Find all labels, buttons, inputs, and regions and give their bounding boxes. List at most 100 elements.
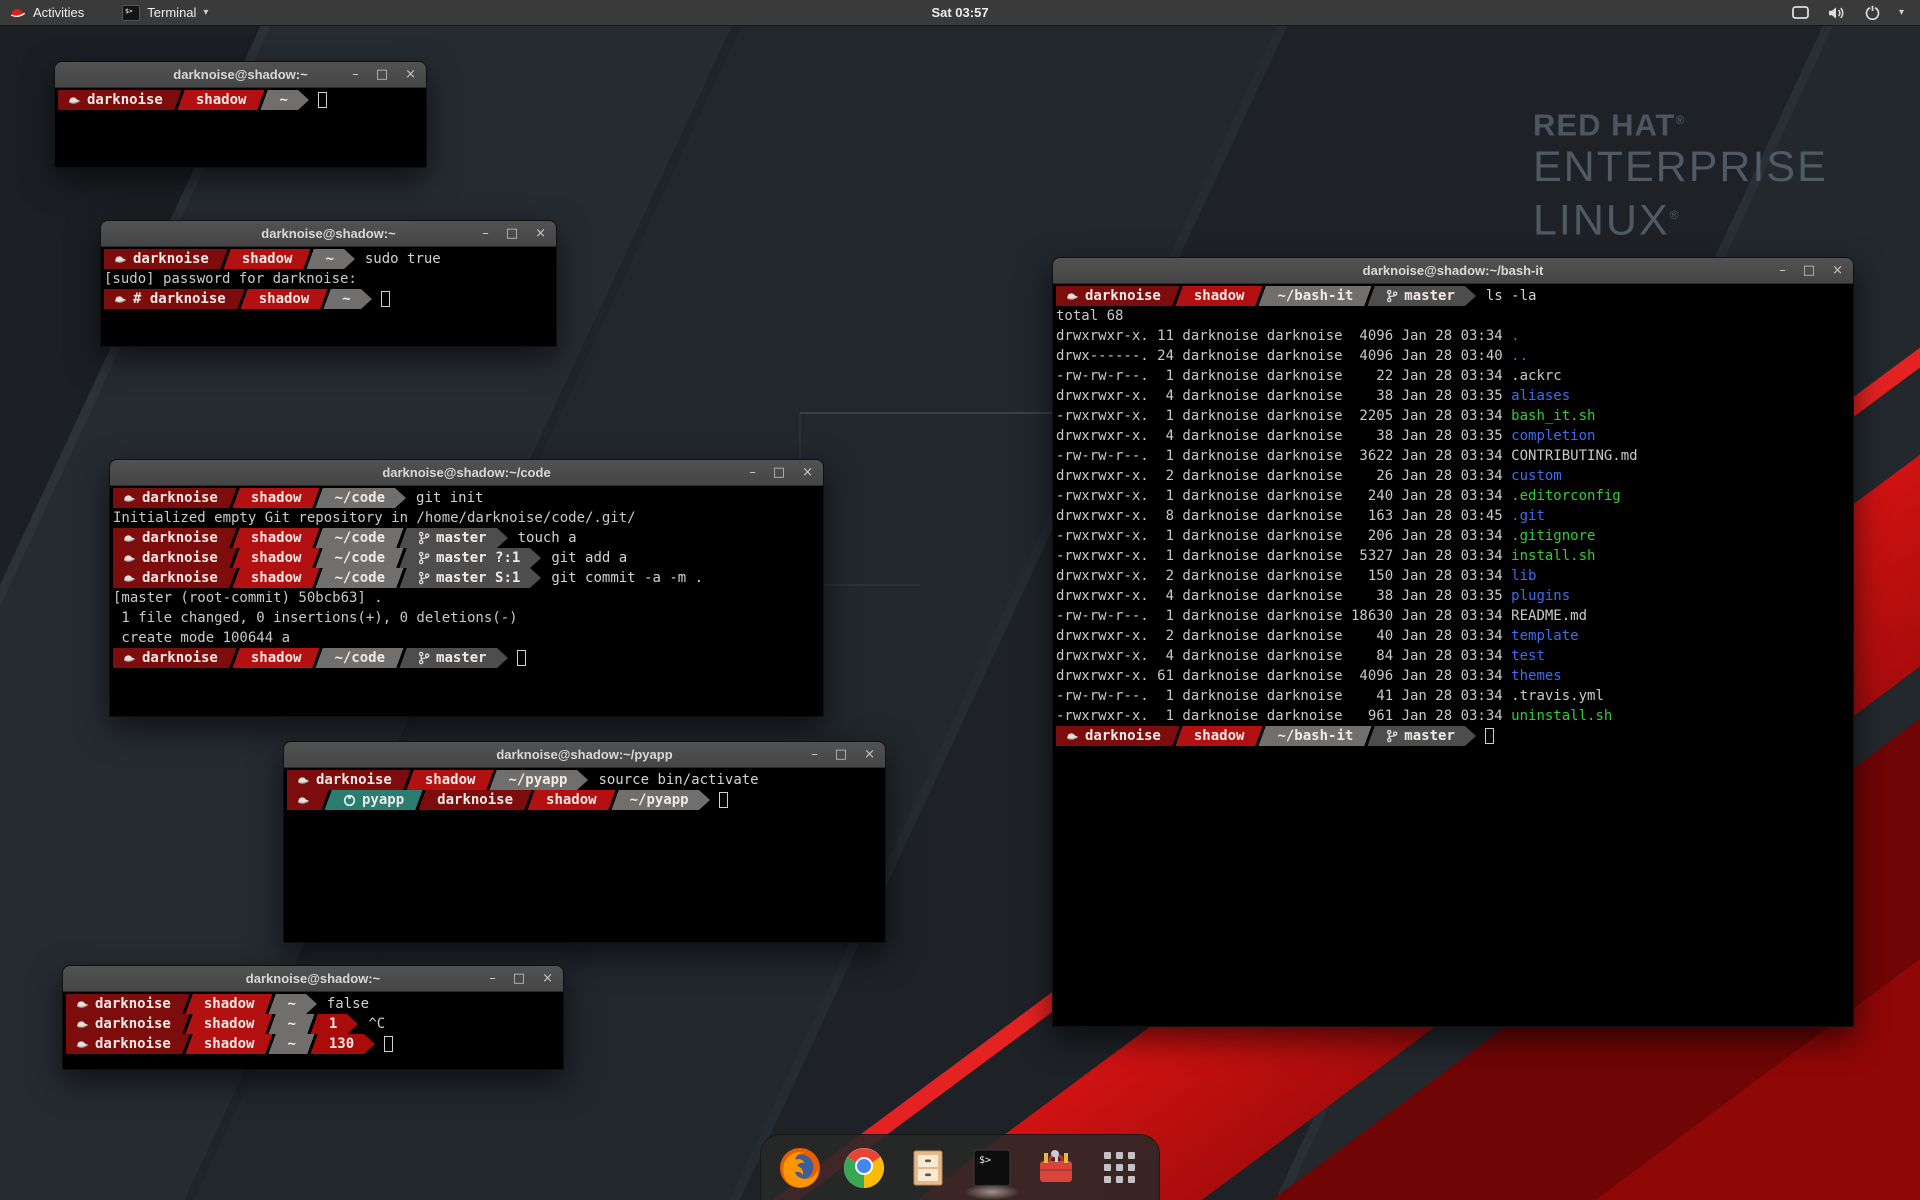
window-titlebar[interactable]: darknoise@shadow:~ – □ × <box>55 62 426 88</box>
git-branch-icon <box>418 571 430 585</box>
terminal-prompt-line: darknoiseshadow~/codemaster S:1git commi… <box>113 568 820 588</box>
powerline-separator <box>523 790 536 810</box>
powerline-arrow <box>530 548 541 568</box>
powerline-separator <box>402 770 415 790</box>
app-grid-icon[interactable] <box>1097 1145 1143 1191</box>
prompt-segment-path: ~/code <box>324 528 395 548</box>
prompt-segment-user: # darknoise <box>104 289 236 309</box>
window-titlebar[interactable]: darknoise@shadow:~/code – □ × <box>110 460 823 486</box>
terminal-window-exit-codes[interactable]: darknoise@shadow:~ – □ × darknoiseshadow… <box>62 965 564 1070</box>
command-text: git commit -a -m . <box>541 568 703 588</box>
powerline-separator <box>311 568 324 588</box>
minimize-button[interactable]: – <box>1779 264 1786 277</box>
prompt-segment-host: shadow <box>1184 726 1255 746</box>
display-icon[interactable] <box>1792 6 1809 20</box>
redhat-prompt-icon <box>114 254 127 265</box>
minimize-button[interactable]: – <box>352 68 359 81</box>
terminal-app-icon: $> <box>122 5 140 21</box>
terminal-window-pyapp[interactable]: darknoise@shadow:~/pyapp – □ × darknoise… <box>283 741 886 943</box>
minimize-button[interactable]: – <box>489 972 496 985</box>
prompt-segment-path: ~ <box>269 90 297 110</box>
terminal-icon[interactable]: $> <box>969 1145 1015 1191</box>
maximize-button[interactable]: □ <box>513 972 525 985</box>
maximize-button[interactable]: □ <box>1803 264 1815 277</box>
maximize-button[interactable]: □ <box>376 68 388 81</box>
terminal-window-home-small[interactable]: darknoise@shadow:~ – □ × darknoiseshadow… <box>54 61 427 168</box>
terminal-prompt-line: darknoiseshadow~false <box>66 994 560 1014</box>
maximize-button[interactable]: □ <box>773 466 785 479</box>
close-button[interactable]: × <box>542 972 553 985</box>
terminal-content[interactable]: darknoiseshadow~/codegit initInitialized… <box>110 486 823 670</box>
powerline-separator <box>219 249 232 269</box>
prompt-segment-user: darknoise <box>113 568 228 588</box>
prompt-segment-path: ~ <box>315 249 343 269</box>
window-titlebar[interactable]: darknoise@shadow:~ – □ × <box>63 966 563 992</box>
powerline-separator <box>306 1034 319 1054</box>
app-menu-terminal[interactable]: $> Terminal ▾ <box>112 0 218 25</box>
app-menu-label: Terminal <box>147 5 196 20</box>
chevron-down-icon[interactable]: ▾ <box>1899 7 1904 18</box>
power-icon[interactable] <box>1865 5 1880 20</box>
powerline-arrow <box>530 568 541 588</box>
clock[interactable]: Sat 03:57 <box>931 5 988 20</box>
terminal-content[interactable]: darknoiseshadow~falsedarknoiseshadow~1^C… <box>63 992 563 1056</box>
terminal-content[interactable]: darknoiseshadow~sudo true[sudo] password… <box>101 247 556 311</box>
terminal-output-line: Initialized empty Git repository in /hom… <box>113 508 820 528</box>
terminal-content[interactable]: darknoiseshadow~ <box>55 88 426 112</box>
desktop: RED HAT® ENTERPRISE LINUX® darknoise@sha… <box>0 0 1920 1200</box>
terminal-output-line: drwxrwxr-x. 4 darknoise darknoise 38 Jan… <box>1056 586 1850 606</box>
powerline-arrow <box>364 1034 375 1054</box>
minimize-button[interactable]: – <box>749 466 756 479</box>
close-button[interactable]: × <box>535 227 546 240</box>
close-button[interactable]: × <box>405 68 416 81</box>
close-button[interactable]: × <box>864 748 875 761</box>
powerline-separator <box>311 488 324 508</box>
git-branch-icon <box>1386 729 1398 743</box>
powerline-separator <box>228 488 241 508</box>
close-button[interactable]: × <box>1832 264 1843 277</box>
git-branch-icon <box>418 531 430 545</box>
toolbox-icon[interactable] <box>1033 1145 1079 1191</box>
window-titlebar[interactable]: darknoise@shadow:~/pyapp – □ × <box>284 742 885 768</box>
prompt-segment-host: shadow <box>194 1034 265 1054</box>
firefox-icon[interactable] <box>777 1145 823 1191</box>
activities-button[interactable]: Activities <box>0 0 94 25</box>
window-title: darknoise@shadow:~/code <box>382 465 550 480</box>
terminal-window-sudo[interactable]: darknoise@shadow:~ – □ × darknoiseshadow… <box>100 220 557 347</box>
volume-icon[interactable] <box>1828 6 1846 20</box>
terminal-content[interactable]: darknoiseshadow~/pyappsource bin/activat… <box>284 768 885 812</box>
terminal-output-line: -rw-rw-r--. 1 darknoise darknoise 18630 … <box>1056 606 1850 626</box>
terminal-output-line: drwxrwxr-x. 61 darknoise darknoise 4096 … <box>1056 666 1850 686</box>
terminal-output-line: drwxrwxr-x. 4 darknoise darknoise 38 Jan… <box>1056 426 1850 446</box>
prompt-segment-branch: master <box>408 528 497 548</box>
window-titlebar[interactable]: darknoise@shadow:~/bash-it – □ × <box>1053 258 1853 284</box>
terminal-output-line: -rwxrwxr-x. 1 darknoise darknoise 240 Ja… <box>1056 486 1850 506</box>
terminal-content[interactable]: darknoiseshadow~/bash-itmasterls -latota… <box>1053 284 1853 748</box>
command-text: ls -la <box>1476 286 1537 306</box>
chrome-icon[interactable] <box>841 1145 887 1191</box>
terminal-window-bash-it[interactable]: darknoise@shadow:~/bash-it – □ × darknoi… <box>1052 257 1854 1027</box>
maximize-button[interactable]: □ <box>835 748 847 761</box>
command-text: ^C <box>358 1014 385 1034</box>
powerline-separator <box>311 528 324 548</box>
prompt-segment-path: ~ <box>332 289 360 309</box>
prompt-segment-user: darknoise <box>1056 286 1171 306</box>
redhat-prompt-icon <box>1066 291 1079 302</box>
prompt-segment-path: ~ <box>277 994 305 1014</box>
prompt-segment-user: darknoise <box>113 648 228 668</box>
prompt-segment-host: shadow <box>241 568 312 588</box>
minimize-button[interactable]: – <box>482 227 489 240</box>
prompt-segment-host: shadow <box>536 790 607 810</box>
command-text: source bin/activate <box>588 770 758 790</box>
powerline-separator <box>1363 726 1376 746</box>
minimize-button[interactable]: – <box>811 748 818 761</box>
close-button[interactable]: × <box>802 466 813 479</box>
terminal-cursor <box>318 92 327 108</box>
files-icon[interactable] <box>905 1145 951 1191</box>
redhat-prompt-icon <box>123 533 136 544</box>
maximize-button[interactable]: □ <box>506 227 518 240</box>
window-titlebar[interactable]: darknoise@shadow:~ – □ × <box>101 221 556 247</box>
powerline-arrow <box>577 770 588 790</box>
terminal-window-code[interactable]: darknoise@shadow:~/code – □ × darknoise s… <box>109 459 824 717</box>
command-text: touch a <box>508 528 577 548</box>
